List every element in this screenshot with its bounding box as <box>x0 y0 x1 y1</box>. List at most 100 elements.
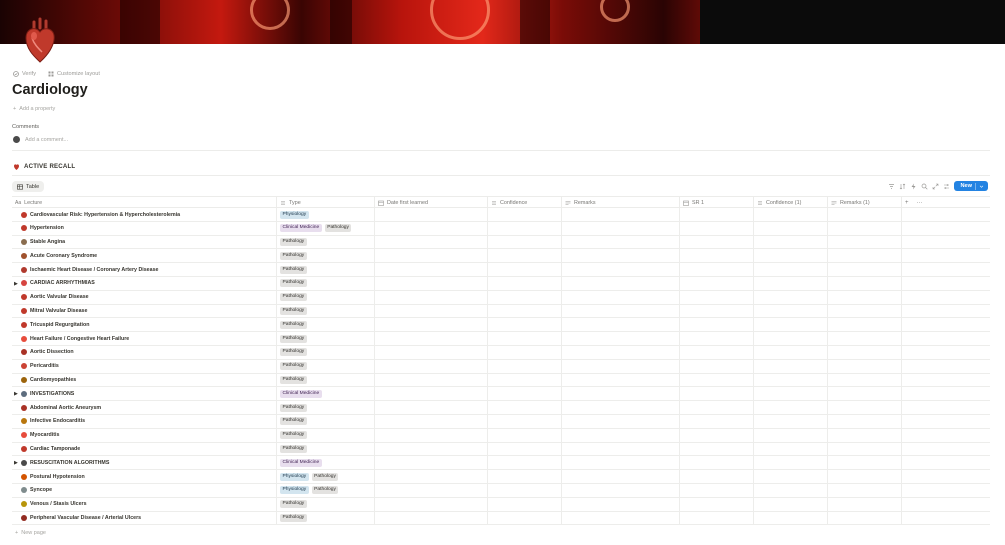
toggle-icon[interactable]: ▶ <box>14 460 18 466</box>
lecture-cell[interactable]: ▶ RESUSCITATION ALGORITHMS <box>12 456 277 470</box>
toggle-icon[interactable]: ▶ <box>14 391 18 397</box>
empty-cell[interactable] <box>562 470 680 484</box>
empty-cell[interactable] <box>680 221 754 235</box>
type-cell[interactable]: Pathology <box>277 263 375 277</box>
table-row[interactable]: Cardiac Tamponade Pathology <box>12 442 990 457</box>
lecture-cell[interactable]: Syncope <box>12 483 277 497</box>
empty-cell[interactable] <box>828 373 902 387</box>
column-header-remarks-1[interactable]: Remarks (1) <box>828 197 902 208</box>
column-header-confidence[interactable]: Confidence <box>488 197 562 208</box>
table-row[interactable]: Ischaemic Heart Disease / Coronary Arter… <box>12 263 990 277</box>
type-cell[interactable]: Pathology <box>277 332 375 346</box>
empty-cell[interactable] <box>828 332 902 346</box>
table-row[interactable]: Peripheral Vascular Disease / Arterial U… <box>12 511 990 526</box>
table-row[interactable]: Stable Angina Pathology <box>12 235 990 250</box>
empty-cell[interactable] <box>828 511 902 525</box>
table-row[interactable]: Aortic Valvular Disease Pathology <box>12 290 990 305</box>
toggle-icon[interactable]: ▶ <box>14 281 18 287</box>
empty-cell[interactable] <box>375 401 488 415</box>
empty-cell[interactable] <box>375 414 488 428</box>
empty-cell[interactable] <box>680 332 754 346</box>
anatomical-heart-icon[interactable] <box>20 16 60 64</box>
empty-cell[interactable] <box>488 249 562 263</box>
empty-cell[interactable] <box>562 456 680 470</box>
new-page-button[interactable]: + New page <box>15 530 46 536</box>
type-cell[interactable]: Pathology <box>277 276 375 290</box>
type-cell[interactable]: Pathology <box>277 497 375 511</box>
empty-cell[interactable] <box>488 428 562 442</box>
empty-cell[interactable] <box>680 483 754 497</box>
empty-cell[interactable] <box>488 263 562 277</box>
empty-cell[interactable] <box>680 263 754 277</box>
empty-cell[interactable] <box>680 345 754 359</box>
empty-cell[interactable] <box>375 318 488 332</box>
empty-cell[interactable] <box>828 359 902 373</box>
more-icon[interactable]: ··· <box>917 200 923 206</box>
empty-cell[interactable] <box>680 276 754 290</box>
empty-cell[interactable] <box>754 401 828 415</box>
empty-cell[interactable] <box>375 221 488 235</box>
type-cell[interactable]: Pathology <box>277 414 375 428</box>
table-row[interactable]: Abdominal Aortic Aneurysm Pathology <box>12 401 990 415</box>
chevron-down-icon[interactable] <box>979 184 984 189</box>
empty-cell[interactable] <box>680 235 754 249</box>
type-cell[interactable]: Pathology <box>277 318 375 332</box>
lecture-cell[interactable]: Venous / Stasis Ulcers <box>12 497 277 511</box>
empty-cell[interactable] <box>828 470 902 484</box>
lecture-cell[interactable]: Myocarditis <box>12 428 277 442</box>
empty-cell[interactable] <box>562 428 680 442</box>
empty-cell[interactable] <box>680 304 754 318</box>
page-title[interactable]: Cardiology <box>12 82 88 98</box>
lightning-icon[interactable] <box>910 183 917 190</box>
empty-cell[interactable] <box>562 373 680 387</box>
add-property-button[interactable]: + Add a property <box>13 106 55 112</box>
empty-cell[interactable] <box>562 442 680 456</box>
empty-cell[interactable] <box>375 470 488 484</box>
lecture-cell[interactable]: Cardiac Tamponade <box>12 442 277 456</box>
empty-cell[interactable] <box>562 359 680 373</box>
empty-cell[interactable] <box>828 483 902 497</box>
empty-cell[interactable] <box>680 359 754 373</box>
empty-cell[interactable] <box>680 511 754 525</box>
empty-cell[interactable] <box>375 359 488 373</box>
table-row[interactable]: Tricuspid Regurgitation Pathology <box>12 318 990 333</box>
table-row[interactable]: Cardiovascular Risk: Hypertension & Hype… <box>12 208 990 222</box>
empty-cell[interactable] <box>754 345 828 359</box>
search-icon[interactable] <box>921 183 929 190</box>
empty-cell[interactable] <box>375 483 488 497</box>
empty-cell[interactable] <box>754 304 828 318</box>
empty-cell[interactable] <box>828 249 902 263</box>
lecture-cell[interactable]: Cardiovascular Risk: Hypertension & Hype… <box>12 208 277 221</box>
empty-cell[interactable] <box>680 470 754 484</box>
empty-cell[interactable] <box>562 401 680 415</box>
table-row[interactable]: ▶ RESUSCITATION ALGORITHMS Clinical Medici… <box>12 456 990 471</box>
empty-cell[interactable] <box>562 483 680 497</box>
empty-cell[interactable] <box>754 414 828 428</box>
empty-cell[interactable] <box>754 428 828 442</box>
empty-cell[interactable] <box>828 387 902 401</box>
empty-cell[interactable] <box>680 318 754 332</box>
empty-cell[interactable] <box>828 442 902 456</box>
type-cell[interactable]: Physiology Pathology <box>277 483 375 497</box>
empty-cell[interactable] <box>828 414 902 428</box>
type-cell[interactable]: Clinical Medicine <box>277 387 375 401</box>
type-cell[interactable]: Pathology <box>277 511 375 525</box>
lecture-cell[interactable]: ▶ CARDIAC ARRHYTHMIAS <box>12 276 277 290</box>
table-row[interactable]: Venous / Stasis Ulcers Pathology <box>12 497 990 512</box>
lecture-cell[interactable]: Heart Failure / Congestive Heart Failure <box>12 332 277 346</box>
table-row[interactable]: Hypertension Clinical Medicine Pathology <box>12 221 990 236</box>
empty-cell[interactable] <box>828 401 902 415</box>
empty-cell[interactable] <box>488 373 562 387</box>
empty-cell[interactable] <box>562 497 680 511</box>
empty-cell[interactable] <box>562 221 680 235</box>
empty-cell[interactable] <box>488 290 562 304</box>
filter-icon[interactable] <box>888 183 895 190</box>
tab-table[interactable]: Table <box>12 181 45 192</box>
empty-cell[interactable] <box>828 345 902 359</box>
sort-icon[interactable] <box>899 183 906 190</box>
lecture-cell[interactable]: Infective Endocarditis <box>12 414 277 428</box>
lecture-cell[interactable]: Ischaemic Heart Disease / Coronary Arter… <box>12 263 277 277</box>
verify-button[interactable]: Verify <box>13 71 36 77</box>
lecture-cell[interactable]: Tricuspid Regurgitation <box>12 318 277 332</box>
empty-cell[interactable] <box>828 304 902 318</box>
